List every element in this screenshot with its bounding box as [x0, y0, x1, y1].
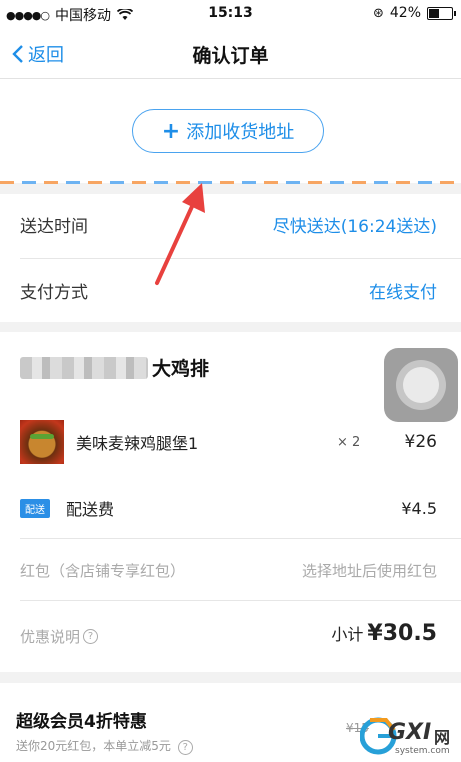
- item-name: 美味麦辣鸡腿堡1: [76, 434, 199, 453]
- add-address-button[interactable]: + 添加收货地址: [132, 109, 324, 153]
- subtotal-amount: ¥30.5: [367, 621, 437, 646]
- subtotal-label: 小计: [331, 625, 364, 644]
- question-icon[interactable]: ?: [83, 629, 99, 644]
- delivery-time-value: 尽快送达(16:24送达): [272, 217, 437, 237]
- item-quantity: × 2: [337, 434, 361, 450]
- vip-title: 超级会员4折特惠: [16, 712, 147, 732]
- order-section: 大鸡排 美味麦辣鸡腿堡1 × 2 ¥26 配送 配送费 ¥4.5 红包（含店铺专…: [0, 332, 461, 672]
- divider: [20, 538, 461, 539]
- order-item: 美味麦辣鸡腿堡1 × 2 ¥26: [20, 420, 437, 464]
- question-icon[interactable]: ?: [177, 740, 193, 755]
- subtotal: 小计 ¥30.5: [331, 621, 437, 646]
- burger-thumbnail: [20, 420, 64, 464]
- item-price: ¥26: [404, 432, 437, 452]
- battery-icon: [427, 6, 456, 20]
- watermark-domain: system.com: [395, 746, 450, 756]
- divider: [20, 258, 461, 259]
- payment-method-label: 支付方式: [20, 283, 88, 303]
- page-title: 确认订单: [192, 45, 269, 67]
- battery-percent: 42%: [389, 5, 421, 21]
- watermark-net: 网: [434, 728, 451, 747]
- nav-bar: 返回 确认订单: [0, 28, 461, 79]
- status-bar: ●●●●○ 中国移动 15:13 ⊛ 42%: [0, 0, 461, 28]
- delivery-fee-row: 配送 配送费 ¥4.5: [20, 496, 437, 520]
- red-packet-label: 红包（含店铺专享红包）: [20, 562, 186, 580]
- divider: [20, 600, 461, 601]
- delivery-time-row[interactable]: 送达时间 尽快送达(16:24送达): [20, 212, 437, 237]
- delivery-fee-price: ¥4.5: [401, 498, 437, 518]
- delivery-badge: 配送: [20, 498, 50, 518]
- watermark-brand: GXI: [388, 720, 432, 745]
- red-packet-hint: 选择地址后使用红包: [301, 562, 437, 580]
- red-packet-row[interactable]: 红包（含店铺专享红包） 选择地址后使用红包: [20, 560, 437, 581]
- delivery-payment-section: 送达时间 尽快送达(16:24送达) 支付方式 在线支付: [0, 194, 461, 322]
- shop-name-suffix: 大鸡排: [152, 358, 210, 380]
- assistive-touch-button[interactable]: [384, 348, 458, 422]
- discount-info[interactable]: 优惠说明 ?: [20, 626, 99, 647]
- shop-name: 大鸡排: [20, 354, 209, 381]
- payment-method-value: 在线支付: [369, 283, 437, 303]
- blurred-shop-name: [20, 356, 148, 379]
- add-address-label: 添加收货地址: [186, 122, 295, 143]
- plus-icon: +: [161, 118, 181, 144]
- payment-method-row[interactable]: 支付方式 在线支付: [20, 278, 437, 303]
- discount-label: 优惠说明: [20, 628, 81, 646]
- delivery-time-label: 送达时间: [20, 217, 88, 237]
- rotation-lock-icon: ⊛: [372, 5, 384, 21]
- address-stripe-divider: [0, 181, 461, 184]
- delivery-fee-label: 配送费: [66, 500, 115, 519]
- vip-subtitle: 送你20元红包，本单立减5元 ?: [16, 737, 193, 755]
- address-section: + 添加收货地址: [0, 79, 461, 183]
